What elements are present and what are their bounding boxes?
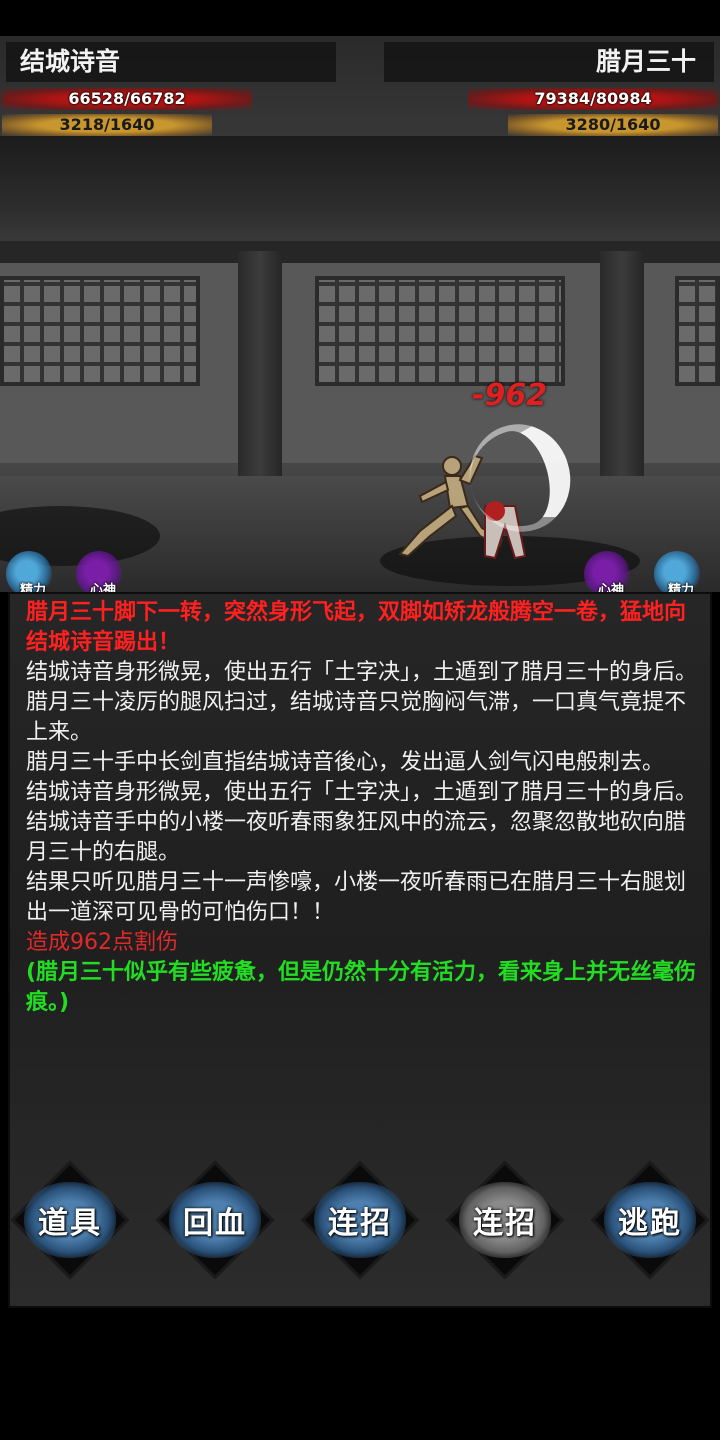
pillar bbox=[600, 251, 644, 476]
stamina-label: 精力 bbox=[20, 583, 47, 592]
mind-label: 心神 bbox=[598, 583, 625, 592]
items-button-label: 道具 bbox=[38, 1206, 102, 1241]
pillar bbox=[238, 251, 282, 476]
stamina-label: 精力 bbox=[668, 583, 695, 592]
lattice-window bbox=[675, 276, 720, 386]
items-button[interactable]: 道具 bbox=[10, 1160, 130, 1280]
heal-button[interactable]: 回血 bbox=[155, 1160, 275, 1280]
battle-log: 腊月三十脚下一转，突然身形飞起，双脚如矫龙般腾空一卷，猛地向结城诗音踢出！ 结城… bbox=[26, 598, 702, 1018]
log-line-status: (腊月三十似乎有些疲惫，但是仍然十分有活力，看来身上并无丝毫伤痕。) bbox=[26, 960, 697, 1015]
log-line: 腊月三十凌厉的腿风扫过，结城诗音只觉胸闷气滞，一口真气竟提不上来。 bbox=[26, 690, 687, 745]
enemy-mind-status: 心神 bbox=[584, 551, 630, 592]
damage-popup: -962 bbox=[472, 378, 548, 413]
roof-background bbox=[0, 136, 720, 256]
enemy-mp-bar: 3280/1640 bbox=[508, 114, 718, 136]
log-line: 结城诗音手中的小楼一夜听春雨象狂风中的流云，忽聚忽散地砍向腊月三十的右腿。 bbox=[26, 810, 687, 865]
lattice-window bbox=[0, 276, 200, 386]
log-line: 腊月三十手中长剑直指结城诗音後心，发出逼人剑气闪电般刺去。 bbox=[26, 750, 665, 775]
enemy-stamina-status: 精力 bbox=[654, 551, 700, 592]
enemy-hp-bar: 79384/80984 bbox=[468, 88, 718, 110]
player-mp-bar: 3218/1640 bbox=[2, 114, 212, 136]
flee-button-label: 逃跑 bbox=[618, 1206, 682, 1241]
combo-button-label: 连招 bbox=[328, 1206, 392, 1241]
combo-button-disabled[interactable]: 连招 bbox=[445, 1160, 565, 1280]
log-line: 结城诗音身形微晃，使出五行「土字决」，土遁到了腊月三十的身后。 bbox=[26, 660, 698, 685]
mind-label: 心神 bbox=[90, 583, 117, 592]
log-line: 腊月三十脚下一转，突然身形飞起，双脚如矫龙般腾空一卷，猛地向结城诗音踢出！ bbox=[26, 600, 687, 655]
combo-button-label: 连招 bbox=[473, 1206, 537, 1241]
enemy-name: 腊月三十 bbox=[384, 42, 714, 82]
heal-button-label: 回血 bbox=[183, 1206, 247, 1241]
log-line-damage: 造成962点割伤 bbox=[26, 930, 178, 955]
lattice-window bbox=[315, 276, 565, 386]
log-line: 结果只听见腊月三十一声惨嚎，小楼一夜听春雨已在腊月三十右腿划出一道深可见骨的可怕… bbox=[26, 870, 687, 925]
bottom-band bbox=[0, 1310, 720, 1440]
player-name: 结城诗音 bbox=[6, 42, 336, 82]
player-hp-bar: 66528/66782 bbox=[2, 88, 252, 110]
flee-button[interactable]: 逃跑 bbox=[590, 1160, 710, 1280]
battle-scene: 结城诗音 腊月三十 66528/66782 3218/1640 79384/80… bbox=[0, 36, 720, 592]
player-mind-status: 心神 bbox=[76, 551, 122, 592]
log-line: 结城诗音身形微晃，使出五行「土字决」，土遁到了腊月三十的身后。 bbox=[26, 780, 698, 805]
combo-button[interactable]: 连招 bbox=[300, 1160, 420, 1280]
player-stamina-status: 精力 bbox=[6, 551, 52, 592]
top-status-band bbox=[0, 0, 720, 36]
